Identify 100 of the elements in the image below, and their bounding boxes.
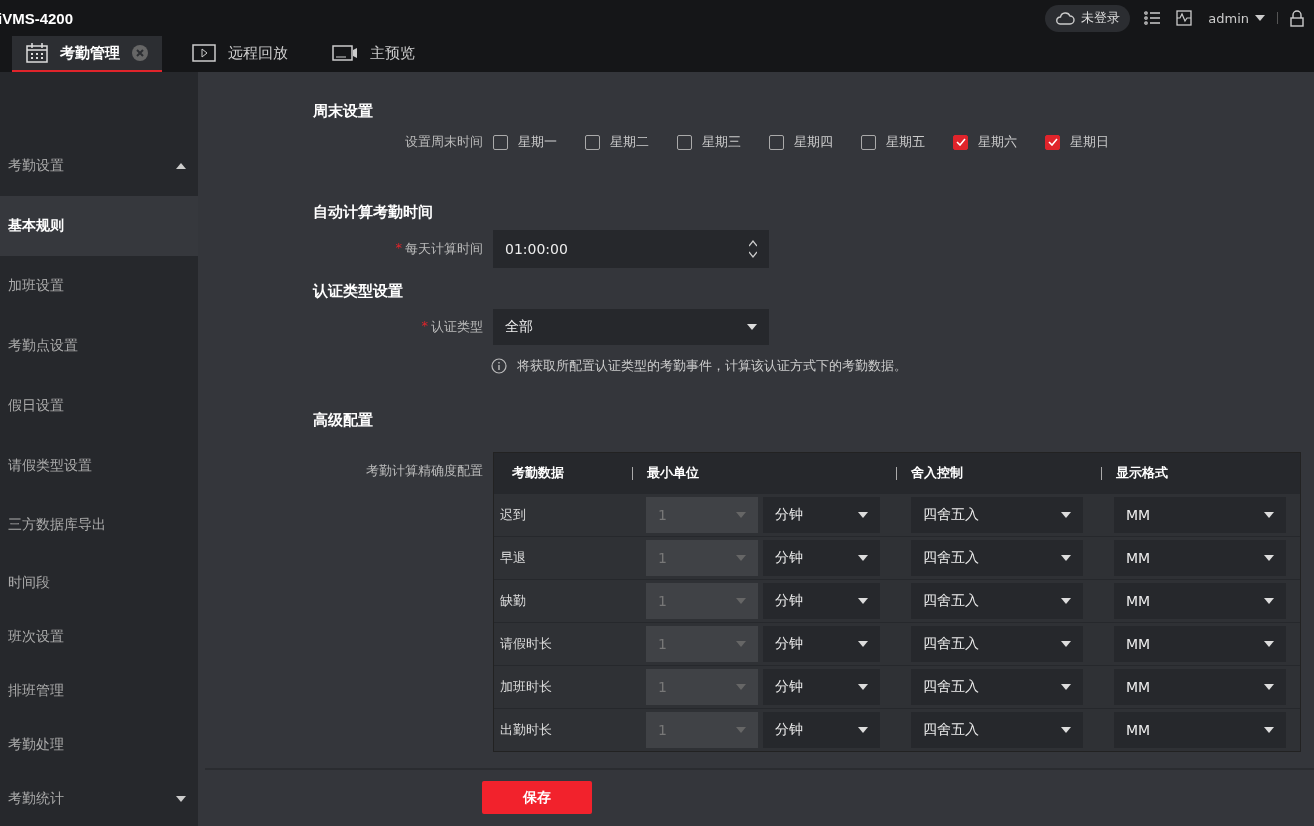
sidebar-item[interactable]: 加班设置 [0,255,198,316]
hint-text: 将获取所配置认证类型的考勤事件，计算该认证方式下的考勤数据。 [517,357,907,375]
sidebar-item[interactable]: 时间段 [0,555,198,610]
caret-icon [1061,512,1071,518]
checkbox[interactable] [769,134,784,150]
dropdown[interactable]: 分钟 [763,669,880,705]
column-header: 显示格式 [1116,464,1168,482]
sidebar-item[interactable]: 三方数据库导出 [0,495,198,556]
info-icon [491,358,507,374]
caret-icon [1264,598,1274,604]
tab[interactable]: 主预览 [318,36,429,72]
field-label: 认证类型 [431,318,483,336]
dropdown[interactable]: 分钟 [763,583,880,619]
dropdown[interactable]: 全部 [493,309,769,345]
sidebar-item[interactable]: 考勤处理 [0,717,198,772]
pulse-monitor-icon[interactable] [1176,10,1193,26]
sidebar-item[interactable]: 基本规则 [0,195,198,256]
dropdown[interactable]: 四舍五入 [911,712,1083,748]
checkbox[interactable] [677,134,692,150]
column-header: 舍入控制 [911,464,963,482]
tab[interactable]: 远程回放 [178,36,302,72]
checkbox[interactable] [493,134,508,150]
dropdown[interactable]: 四舍五入 [911,583,1083,619]
sidebar-item[interactable]: 假日设置 [0,375,198,436]
sidebar-item[interactable]: 排班管理 [0,663,198,718]
sidebar-item[interactable]: 班次设置 [0,609,198,664]
caret-icon [1061,727,1071,733]
calendar-icon [26,43,48,63]
caret-icon [176,796,186,802]
caret-icon [1061,598,1071,604]
cloud-status[interactable]: 未登录 [1045,4,1131,32]
tab[interactable]: 考勤管理 [12,36,162,72]
caret-icon [1264,641,1274,647]
dropdown[interactable]: MM [1114,712,1286,748]
section-heading: 周末设置 [313,102,374,121]
field-label: 设置周末时间 [405,133,483,151]
required-mark: * [421,318,428,335]
caret-icon [1264,727,1274,733]
dropdown[interactable]: 四舍五入 [911,540,1083,576]
dropdown[interactable]: MM [1114,669,1286,705]
cloud-icon [1055,11,1076,25]
caret-icon [1061,641,1071,647]
time-field[interactable]: 01:00:00 [493,230,769,268]
caret-icon [736,512,746,518]
dropdown[interactable]: 四舍五入 [911,626,1083,662]
check-icon [1047,138,1058,146]
caret-icon [858,512,868,518]
spinner-icon[interactable] [749,239,757,259]
sidebar-group[interactable]: 考勤统计 [0,771,198,826]
checkbox-label: 星期日 [1070,133,1109,151]
close-icon[interactable] [132,45,148,61]
check-icon [955,138,966,146]
dropdown[interactable]: MM [1114,626,1286,662]
caret-icon [736,727,746,733]
field-label: 考勤计算精确度配置 [366,462,483,480]
checkbox[interactable] [585,134,600,150]
section-heading: 高级配置 [313,411,374,430]
caret-icon [736,641,746,647]
dropdown[interactable]: MM [1114,497,1286,533]
caret-icon [1264,512,1274,518]
list-icon[interactable] [1144,11,1161,25]
lock-icon[interactable] [1290,9,1304,27]
section-heading: 认证类型设置 [313,282,404,301]
dropdown[interactable]: 四舍五入 [911,669,1083,705]
caret-icon [736,684,746,690]
dropdown[interactable]: MM [1114,583,1286,619]
caret-icon [1264,684,1274,690]
checkbox[interactable] [953,134,968,150]
checkbox-label: 星期六 [978,133,1017,151]
dropdown[interactable]: 分钟 [763,712,880,748]
checkbox-label: 星期四 [794,133,833,151]
caret-icon [176,162,186,169]
caret-icon [858,598,868,604]
dropdown[interactable]: MM [1114,540,1286,576]
caret-icon [1264,555,1274,561]
checkbox-label: 星期五 [886,133,925,151]
table-cell-text: 迟到 [499,506,527,524]
dropdown[interactable]: 分钟 [763,540,880,576]
caret-icon [858,684,868,690]
sidebar-group[interactable]: 考勤设置 [0,136,198,196]
checkbox-label: 星期一 [518,133,557,151]
dropdown[interactable]: 分钟 [763,626,880,662]
camera-icon [332,45,358,61]
column-header: 考勤数据 [512,464,564,482]
checkbox-label: 星期二 [610,133,649,151]
play-icon [192,44,216,62]
caret-icon [858,641,868,647]
column-header: 最小单位 [647,464,699,482]
sidebar-item[interactable]: 考勤点设置 [0,315,198,376]
dropdown[interactable]: 四舍五入 [911,497,1083,533]
required-mark: * [395,240,402,257]
user-menu[interactable]: admin [1208,10,1265,26]
checkbox[interactable] [1045,134,1060,150]
sidebar-item[interactable]: 请假类型设置 [0,435,198,496]
table-cell-text: 出勤时长 [499,721,553,739]
caret-icon [747,324,757,330]
dropdown[interactable]: 分钟 [763,497,880,533]
checkbox[interactable] [861,134,876,150]
save-button[interactable]: 保存 [482,781,592,814]
caret-icon [736,555,746,561]
